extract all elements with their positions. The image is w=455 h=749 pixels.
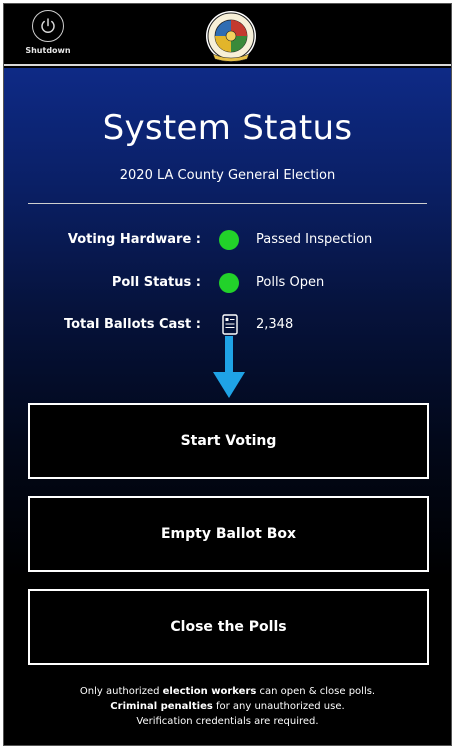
notice-line-2: Criminal penalties for any unauthorized … bbox=[110, 701, 345, 712]
voting-hardware-label: Voting Hardware : bbox=[67, 232, 201, 247]
poll-status-value: Polls Open bbox=[256, 275, 325, 290]
total-ballots-label: Total Ballots Cast : bbox=[63, 317, 201, 332]
notice-line-1: Only authorized election workers can ope… bbox=[79, 686, 376, 697]
status-ok-icon bbox=[219, 272, 241, 294]
election-subtitle: 2020 LA County General Election bbox=[119, 168, 336, 183]
status-row-voting-hardware: Voting Hardware : Passed Inspection bbox=[4, 229, 451, 253]
empty-ballot-box-button[interactable]: Empty Ballot Box bbox=[28, 496, 429, 572]
top-bar: Shutdown bbox=[4, 4, 451, 66]
status-ok-icon bbox=[219, 229, 241, 251]
power-icon bbox=[32, 10, 64, 42]
notice-line-3: Verification credentials are required. bbox=[136, 716, 319, 727]
status-row-poll-status: Poll Status : Polls Open bbox=[4, 272, 451, 296]
la-county-seal-icon bbox=[205, 10, 257, 62]
total-ballots-value: 2,348 bbox=[256, 317, 294, 332]
down-arrow-icon bbox=[212, 336, 246, 400]
shutdown-button[interactable]: Shutdown bbox=[18, 10, 78, 62]
status-panel: System Status 2020 LA County General Ele… bbox=[4, 68, 451, 745]
voting-hardware-value: Passed Inspection bbox=[256, 232, 373, 247]
shutdown-label: Shutdown bbox=[25, 46, 71, 55]
divider bbox=[28, 203, 427, 204]
start-voting-button[interactable]: Start Voting bbox=[28, 403, 429, 479]
close-polls-button[interactable]: Close the Polls bbox=[28, 589, 429, 665]
page-title: System Status bbox=[102, 108, 353, 148]
ballot-icon bbox=[219, 314, 241, 336]
authorization-notice: Only authorized election workers can ope… bbox=[4, 684, 451, 729]
poll-status-label: Poll Status : bbox=[111, 275, 201, 290]
status-row-total-ballots: Total Ballots Cast : 2,348 bbox=[4, 314, 451, 338]
kiosk-screen: Shutdown System Status 2020 LA County Ge… bbox=[3, 3, 452, 746]
